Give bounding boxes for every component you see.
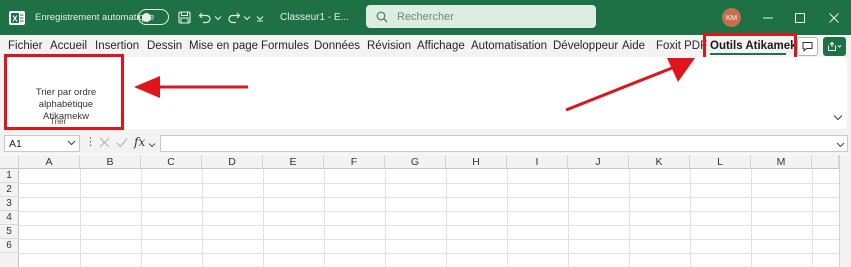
autosave-toggle[interactable] — [138, 9, 169, 25]
tab-accueil[interactable]: Accueil — [50, 40, 87, 52]
gridline — [19, 197, 851, 198]
column-header[interactable]: E — [263, 155, 324, 169]
gridline — [19, 239, 851, 240]
insert-function-icon[interactable]: fx — [134, 135, 145, 149]
column-header[interactable]: F — [324, 155, 385, 169]
column-header[interactable]: D — [202, 155, 263, 169]
column-header-partial[interactable] — [812, 155, 839, 169]
comment-icon — [802, 42, 813, 52]
column-header[interactable]: J — [568, 155, 629, 169]
column-header[interactable]: M — [751, 155, 812, 169]
search-placeholder: Rechercher — [397, 10, 454, 23]
comments-button[interactable] — [797, 37, 818, 56]
gridline — [19, 183, 851, 184]
column-header[interactable]: H — [446, 155, 507, 169]
share-button[interactable] — [823, 37, 846, 56]
redo-icon[interactable] — [227, 0, 241, 35]
select-all-corner[interactable] — [0, 155, 19, 169]
row-header-partial[interactable] — [0, 253, 19, 267]
group-highlight-box — [4, 54, 124, 130]
search-icon — [376, 11, 388, 22]
formula-input[interactable] — [160, 135, 848, 152]
gridline — [19, 211, 851, 212]
ribbon-panel — [5, 57, 847, 129]
chevron-down-icon[interactable] — [214, 0, 222, 35]
ribbon — [0, 57, 851, 133]
tab-automatisation[interactable]: Automatisation — [471, 40, 547, 52]
tab-insertion[interactable]: Insertion — [95, 40, 139, 52]
minimize-icon[interactable] — [763, 0, 775, 35]
excel-logo-icon: X — [8, 0, 30, 35]
column-header[interactable]: I — [507, 155, 568, 169]
row-header[interactable]: 1 — [0, 169, 19, 183]
expand-formula-bar-icon[interactable] — [836, 139, 845, 151]
tab-revision[interactable]: Révision — [367, 40, 411, 52]
ribbon-collapse-icon[interactable] — [833, 112, 843, 124]
vertical-scrollbar[interactable] — [839, 155, 851, 267]
column-header[interactable]: C — [141, 155, 202, 169]
column-header[interactable]: B — [80, 155, 141, 169]
save-icon[interactable] — [178, 0, 192, 35]
chevron-down-icon[interactable] — [243, 0, 251, 35]
spreadsheet-grid[interactable]: A B C D E F G H I J K L M 1 2 3 4 5 6 — [0, 155, 851, 267]
name-box-value: A1 — [9, 137, 22, 150]
search-input[interactable]: Rechercher — [366, 5, 596, 28]
tab-dessin[interactable]: Dessin — [147, 40, 182, 52]
column-header[interactable]: G — [385, 155, 446, 169]
column-header[interactable]: A — [19, 155, 80, 169]
avatar[interactable]: KM — [722, 8, 741, 27]
row-header[interactable]: 4 — [0, 211, 19, 225]
row-header[interactable]: 2 — [0, 183, 19, 197]
tab-formules[interactable]: Formules — [261, 40, 309, 52]
chevron-down-icon[interactable] — [67, 137, 76, 152]
autosave-label: Enregistrement automatique — [35, 12, 155, 23]
tab-foxit-pdf[interactable]: Foxit PDF — [656, 40, 707, 52]
gridline — [19, 225, 851, 226]
tab-affichage[interactable]: Affichage — [417, 40, 465, 52]
tab-mise-en-page[interactable]: Mise en page — [189, 40, 258, 52]
gridline — [19, 253, 851, 254]
cancel-icon[interactable] — [99, 137, 110, 151]
more-options-icon[interactable]: ⋮ — [85, 135, 96, 148]
undo-icon[interactable] — [198, 0, 212, 35]
tab-donnees[interactable]: Données — [314, 40, 360, 52]
row-header[interactable]: 6 — [0, 239, 19, 253]
row-header[interactable]: 5 — [0, 225, 19, 239]
title-bar: X Enregistrement automatique Classeur1 -… — [0, 0, 851, 35]
column-header[interactable]: L — [690, 155, 751, 169]
enter-icon[interactable] — [116, 137, 128, 151]
close-icon[interactable] — [829, 0, 841, 35]
customize-quick-access-icon[interactable] — [256, 0, 264, 35]
chevron-down-icon[interactable] — [148, 139, 156, 151]
file-name: Classeur1 - E... — [280, 12, 349, 23]
column-header[interactable]: K — [629, 155, 690, 169]
tab-fichier[interactable]: Fichier — [8, 40, 43, 52]
toggle-knob — [142, 12, 151, 22]
share-icon — [828, 41, 842, 51]
row-header[interactable]: 3 — [0, 197, 19, 211]
svg-text:X: X — [12, 14, 18, 23]
tab-developpeur[interactable]: Développeur — [553, 40, 618, 52]
tab-aide[interactable]: Aide — [622, 40, 645, 52]
maximize-icon[interactable] — [795, 0, 807, 35]
